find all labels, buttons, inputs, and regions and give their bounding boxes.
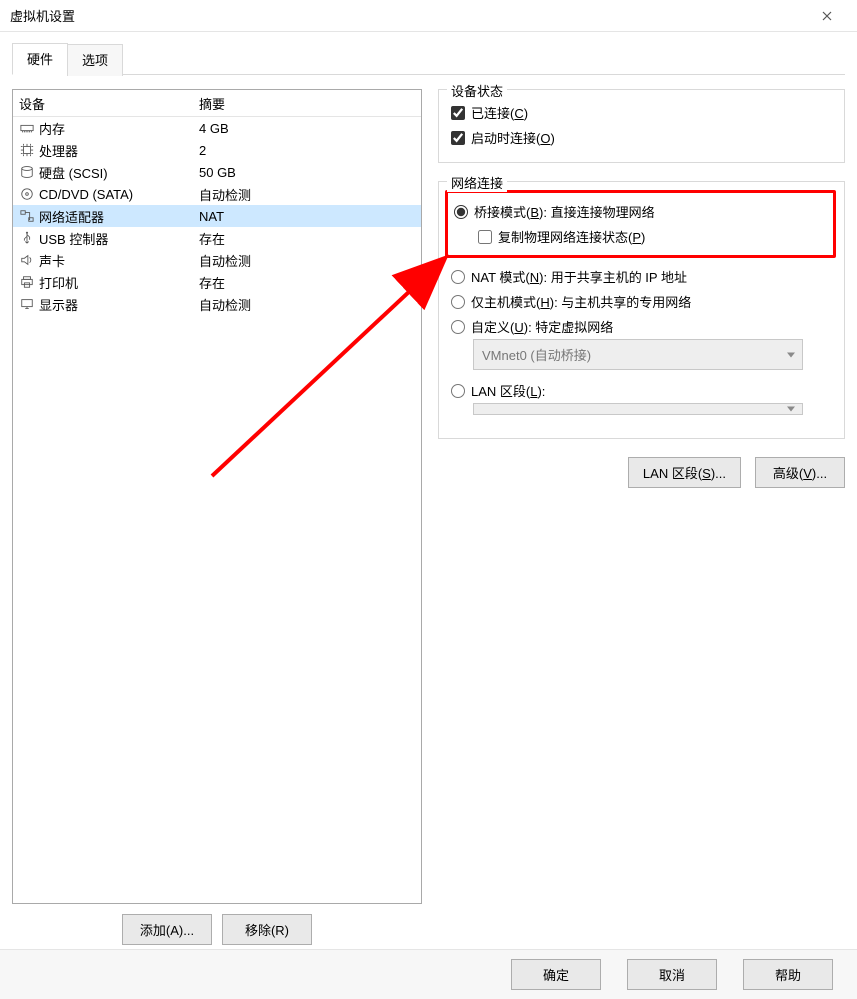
network-connection-legend: 网络连接 bbox=[447, 173, 507, 192]
nat-row: NAT 模式(N): 用于共享主机的 IP 地址 bbox=[451, 264, 834, 289]
connected-row: 已连接(C) bbox=[451, 100, 834, 125]
close-button[interactable] bbox=[805, 1, 849, 31]
bridged-highlight-box: 桥接模式(B): 直接连接物理网络 复制物理网络连接状态(P) bbox=[445, 190, 836, 258]
bottom-bar: 确定 取消 帮助 bbox=[0, 949, 857, 999]
device-row-memory[interactable]: 内存 4 GB bbox=[13, 117, 421, 139]
nat-radio[interactable] bbox=[451, 270, 465, 284]
hostonly-label[interactable]: 仅主机模式(H): 与主机共享的专用网络 bbox=[471, 292, 691, 311]
lan-segments-button[interactable]: LAN 区段(S)... bbox=[628, 457, 741, 488]
panels: 设备 摘要 内存 4 GB 处理器 2 硬盘 (SCSI) 50 GB CD/DVD (SA… bbox=[12, 75, 845, 945]
connect-at-poweron-label[interactable]: 启动时连接(O) bbox=[471, 128, 555, 147]
close-icon bbox=[822, 11, 832, 21]
cpu-icon bbox=[19, 143, 34, 158]
ok-button[interactable]: 确定 bbox=[511, 959, 601, 990]
nat-label[interactable]: NAT 模式(N): 用于共享主机的 IP 地址 bbox=[471, 267, 687, 286]
device-summary: 自动检测 bbox=[199, 185, 417, 204]
printer-icon bbox=[19, 275, 34, 290]
device-state-legend: 设备状态 bbox=[447, 81, 507, 100]
device-row-sound[interactable]: 声卡 自动检测 bbox=[13, 249, 421, 271]
content-area: 硬件 选项 设备 摘要 内存 4 GB 处理器 2 硬盘 (SCSI) 50 GB CD/D… bbox=[0, 32, 857, 949]
header-device: 设备 bbox=[19, 94, 199, 113]
titlebar: 虚拟机设置 bbox=[0, 0, 857, 32]
cancel-button[interactable]: 取消 bbox=[627, 959, 717, 990]
disc-icon bbox=[19, 187, 34, 202]
disk-icon bbox=[19, 165, 34, 180]
replicate-checkbox[interactable] bbox=[478, 230, 492, 244]
device-row-disc[interactable]: CD/DVD (SATA) 自动检测 bbox=[13, 183, 421, 205]
device-name: 内存 bbox=[39, 119, 65, 138]
device-summary: 存在 bbox=[199, 229, 417, 248]
device-summary: 自动检测 bbox=[199, 295, 417, 314]
memory-icon bbox=[19, 121, 34, 136]
device-summary: NAT bbox=[199, 209, 417, 224]
usb-icon bbox=[19, 231, 34, 246]
display-icon bbox=[19, 297, 34, 312]
lan-select-wrap bbox=[473, 403, 803, 415]
bridged-label[interactable]: 桥接模式(B): 直接连接物理网络 bbox=[474, 202, 655, 221]
left-panel: 设备 摘要 内存 4 GB 处理器 2 硬盘 (SCSI) 50 GB CD/DVD (SA… bbox=[12, 89, 422, 945]
device-row-disk[interactable]: 硬盘 (SCSI) 50 GB bbox=[13, 161, 421, 183]
network-connection-fieldset: 网络连接 桥接模式(B): 直接连接物理网络 复制物理网络连接状态(P) NAT… bbox=[438, 181, 845, 439]
device-name: 声卡 bbox=[39, 251, 65, 270]
device-summary: 自动检测 bbox=[199, 251, 417, 270]
device-row-cpu[interactable]: 处理器 2 bbox=[13, 139, 421, 161]
connect-at-poweron-row: 启动时连接(O) bbox=[451, 125, 834, 150]
window-title: 虚拟机设置 bbox=[10, 6, 805, 25]
device-name: 显示器 bbox=[39, 295, 78, 314]
lan-radio[interactable] bbox=[451, 384, 465, 398]
bridged-radio[interactable] bbox=[454, 205, 468, 219]
custom-radio[interactable] bbox=[451, 320, 465, 334]
device-row-display[interactable]: 显示器 自动检测 bbox=[13, 293, 421, 315]
vmnet-select-wrap: VMnet0 (自动桥接) bbox=[473, 339, 803, 370]
tabs: 硬件 选项 bbox=[12, 42, 845, 74]
device-name: 网络适配器 bbox=[39, 207, 104, 226]
device-name: 处理器 bbox=[39, 141, 78, 160]
device-row-usb[interactable]: USB 控制器 存在 bbox=[13, 227, 421, 249]
replicate-label[interactable]: 复制物理网络连接状态(P) bbox=[498, 227, 645, 246]
device-summary: 50 GB bbox=[199, 165, 417, 180]
lan-row: LAN 区段(L): bbox=[451, 378, 834, 403]
device-state-fieldset: 设备状态 已连接(C) 启动时连接(O) bbox=[438, 89, 845, 163]
lan-select[interactable] bbox=[473, 403, 803, 415]
tab-underline bbox=[12, 74, 845, 75]
device-name: USB 控制器 bbox=[39, 229, 108, 248]
replicate-row: 复制物理网络连接状态(P) bbox=[454, 224, 827, 249]
tab-options[interactable]: 选项 bbox=[67, 44, 123, 76]
vmnet-select[interactable]: VMnet0 (自动桥接) bbox=[473, 339, 803, 370]
device-summary: 2 bbox=[199, 143, 417, 158]
device-row-printer[interactable]: 打印机 存在 bbox=[13, 271, 421, 293]
device-summary: 存在 bbox=[199, 273, 417, 292]
help-button[interactable]: 帮助 bbox=[743, 959, 833, 990]
device-name: CD/DVD (SATA) bbox=[39, 187, 133, 202]
bridged-row: 桥接模式(B): 直接连接物理网络 bbox=[454, 199, 827, 224]
device-summary: 4 GB bbox=[199, 121, 417, 136]
connected-label[interactable]: 已连接(C) bbox=[471, 103, 528, 122]
custom-row: 自定义(U): 特定虚拟网络 bbox=[451, 314, 834, 339]
device-name: 打印机 bbox=[39, 273, 78, 292]
remove-button[interactable]: 移除(R) bbox=[222, 914, 312, 945]
left-buttons: 添加(A)... 移除(R) bbox=[12, 914, 422, 945]
lan-label[interactable]: LAN 区段(L): bbox=[471, 381, 545, 400]
hostonly-radio[interactable] bbox=[451, 295, 465, 309]
custom-label[interactable]: 自定义(U): 特定虚拟网络 bbox=[471, 317, 613, 336]
tab-hardware[interactable]: 硬件 bbox=[12, 43, 68, 75]
device-list-header: 设备 摘要 bbox=[13, 90, 421, 117]
advanced-button[interactable]: 高级(V)... bbox=[755, 457, 845, 488]
right-panel: 设备状态 已连接(C) 启动时连接(O) 网络连接 桥接模式(B): 直接连接物… bbox=[438, 89, 845, 945]
net-icon bbox=[19, 209, 34, 224]
sound-icon bbox=[19, 253, 34, 268]
device-name: 硬盘 (SCSI) bbox=[39, 163, 108, 182]
device-list[interactable]: 设备 摘要 内存 4 GB 处理器 2 硬盘 (SCSI) 50 GB CD/DVD (SA… bbox=[12, 89, 422, 904]
hostonly-row: 仅主机模式(H): 与主机共享的专用网络 bbox=[451, 289, 834, 314]
right-buttons: LAN 区段(S)... 高级(V)... bbox=[438, 457, 845, 488]
header-summary: 摘要 bbox=[199, 94, 415, 113]
connected-checkbox[interactable] bbox=[451, 106, 465, 120]
add-button[interactable]: 添加(A)... bbox=[122, 914, 212, 945]
device-row-net[interactable]: 网络适配器 NAT bbox=[13, 205, 421, 227]
connect-at-poweron-checkbox[interactable] bbox=[451, 131, 465, 145]
